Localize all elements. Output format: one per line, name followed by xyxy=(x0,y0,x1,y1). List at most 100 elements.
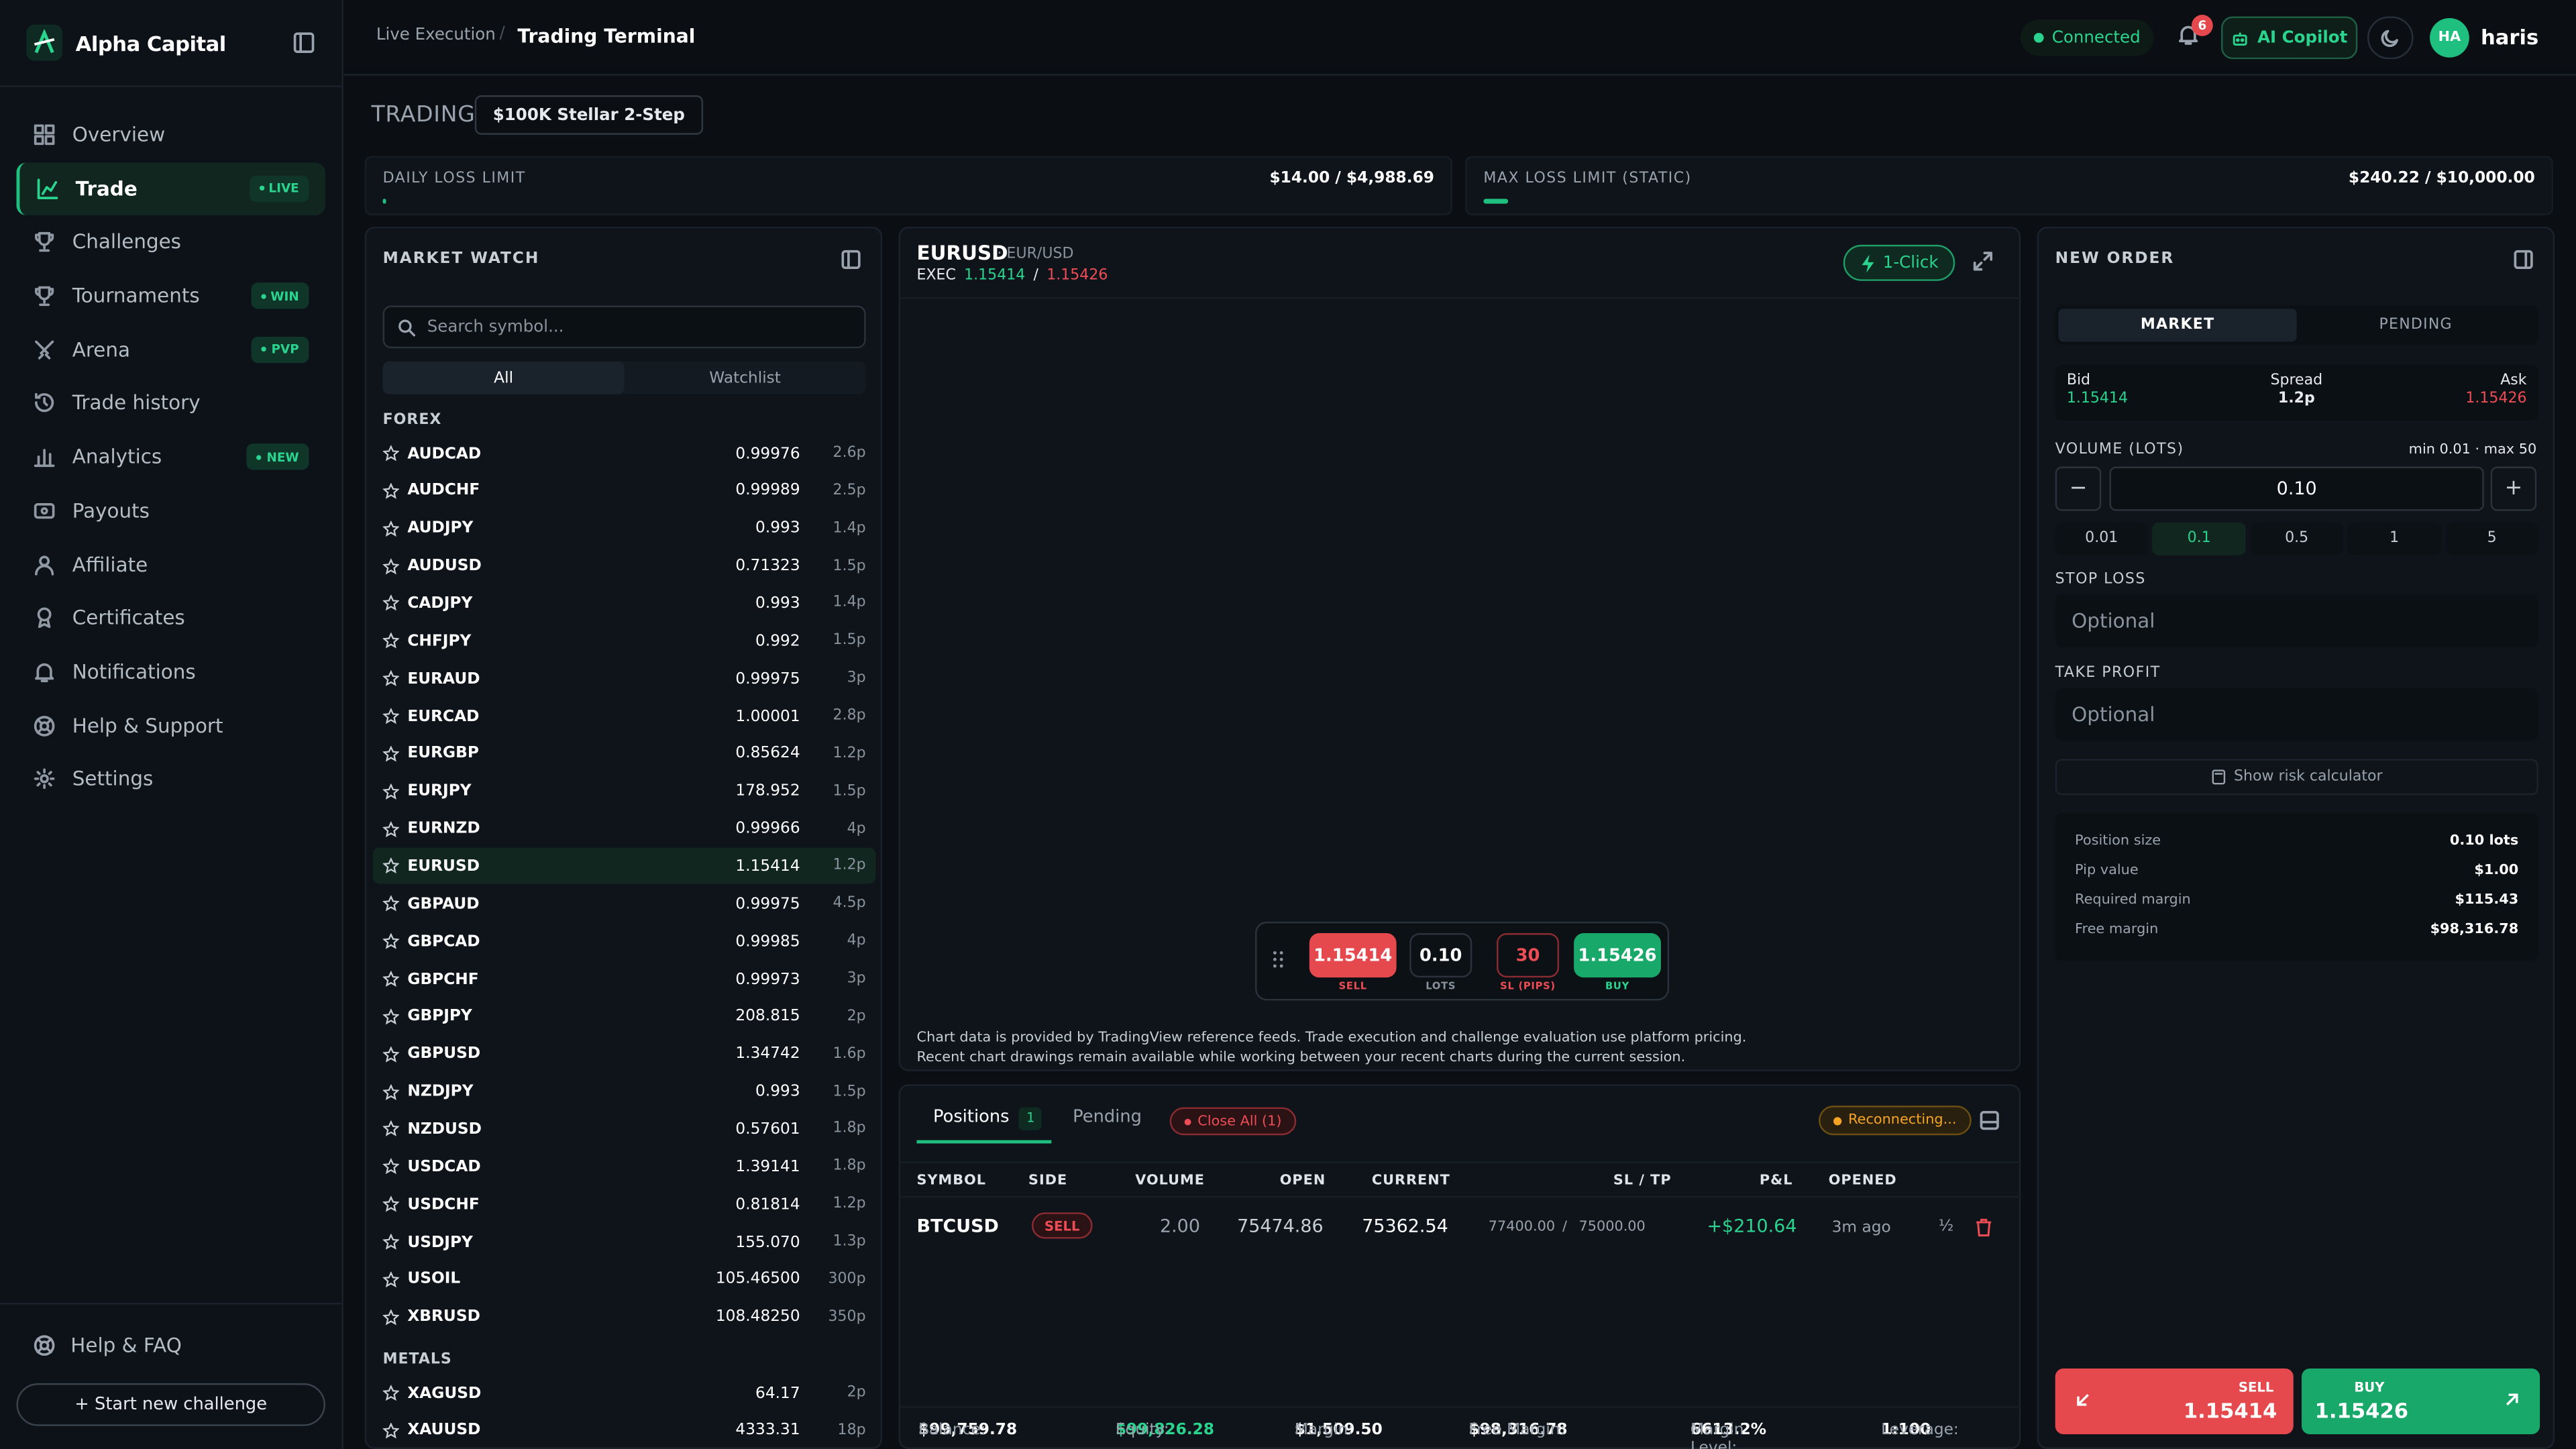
star-icon[interactable] xyxy=(382,1271,400,1287)
sidebar-item-tournaments[interactable]: Tournaments WIN xyxy=(16,270,325,322)
list-item[interactable]: AUDUSD 0.71323 1.5p xyxy=(373,548,875,584)
tab-all[interactable]: All xyxy=(382,361,625,394)
star-icon[interactable] xyxy=(382,1196,400,1213)
star-icon[interactable] xyxy=(382,520,400,537)
list-item[interactable]: USDCAD 1.39141 1.8p xyxy=(373,1149,875,1185)
star-icon[interactable] xyxy=(382,1385,400,1401)
sidebar-item-arena[interactable]: Arena PVP xyxy=(16,323,325,376)
quick-sl-input[interactable]: 30 xyxy=(1497,933,1560,978)
star-icon[interactable] xyxy=(382,1234,400,1250)
search-input[interactable] xyxy=(427,317,838,336)
sidebar-item-analytics[interactable]: Analytics NEW xyxy=(16,431,325,483)
preset-5[interactable]: 5 xyxy=(2445,522,2538,555)
list-item[interactable]: GBPCAD 0.99985 4p xyxy=(373,924,875,960)
list-item[interactable]: GBPAUD 0.99975 4.5p xyxy=(373,886,875,922)
list-item[interactable]: EURGBP 0.85624 1.2p xyxy=(373,736,875,772)
list-item[interactable]: EURCAD 1.00001 2.8p xyxy=(373,698,875,735)
preset-1[interactable]: 1 xyxy=(2348,522,2441,555)
star-icon[interactable] xyxy=(382,633,400,649)
panel-collapse-icon[interactable] xyxy=(1980,1111,1999,1130)
list-item[interactable]: NZDUSD 0.57601 1.8p xyxy=(373,1112,875,1148)
position-sl[interactable]: 77400.00 xyxy=(1489,1219,1555,1235)
sidebar-item-affiliate[interactable]: Affiliate xyxy=(16,538,325,590)
tab-positions[interactable]: Positions 1 xyxy=(933,1107,1042,1130)
sidebar-item-settings[interactable]: Settings xyxy=(16,753,325,805)
ai-copilot-button[interactable]: AI Copilot xyxy=(2221,16,2358,60)
expand-icon[interactable] xyxy=(1973,252,1993,271)
list-item[interactable]: GBPCHF 0.99973 3p xyxy=(373,961,875,998)
stop-loss-input[interactable]: Optional xyxy=(2055,594,2538,647)
sidebar-item-challenges[interactable]: Challenges xyxy=(16,216,325,268)
list-item[interactable]: EURUSD 1.15414 1.2p xyxy=(372,848,876,885)
star-icon[interactable] xyxy=(382,557,400,574)
star-icon[interactable] xyxy=(382,445,400,462)
quick-lots-input[interactable]: 0.10 xyxy=(1409,933,1472,978)
volume-decrement-button[interactable]: − xyxy=(2055,466,2102,511)
list-item[interactable]: EURAUD 0.99975 3p xyxy=(373,661,875,697)
brand[interactable]: Alpha Capital xyxy=(26,23,226,62)
list-item[interactable]: EURJPY 178.952 1.5p xyxy=(373,773,875,810)
sidebar-item-payouts[interactable]: Payouts xyxy=(16,484,325,537)
position-tp[interactable]: 75000.00 xyxy=(1578,1219,1645,1235)
quick-buy-button[interactable]: 1.15426 xyxy=(1574,933,1661,978)
symbol-search[interactable] xyxy=(382,305,866,349)
sidebar-collapse-icon[interactable] xyxy=(292,32,315,54)
star-icon[interactable] xyxy=(382,745,400,762)
one-click-toggle[interactable]: 1-Click xyxy=(1843,244,1955,281)
star-icon[interactable] xyxy=(382,1046,400,1063)
preset-0-1[interactable]: 0.1 xyxy=(2153,522,2246,555)
user-name[interactable]: haris xyxy=(2481,25,2538,50)
star-icon[interactable] xyxy=(382,708,400,724)
tab-pending-order[interactable]: PENDING xyxy=(2297,309,2535,341)
volume-increment-button[interactable]: + xyxy=(2490,466,2537,511)
list-item[interactable]: CADJPY 0.993 1.4p xyxy=(373,586,875,622)
sidebar-item-notifications[interactable]: Notifications xyxy=(16,645,325,698)
list-item[interactable]: AUDJPY 0.993 1.4p xyxy=(373,511,875,547)
list-item[interactable]: EURNZD 0.99966 4p xyxy=(373,811,875,847)
panel-layout-icon[interactable] xyxy=(841,250,861,270)
preset-0-01[interactable]: 0.01 xyxy=(2055,522,2148,555)
take-profit-input[interactable]: Optional xyxy=(2055,688,2538,741)
sidebar-item-overview[interactable]: Overview xyxy=(16,109,325,161)
sidebar-item-trade-history[interactable]: Trade history xyxy=(16,377,325,429)
star-icon[interactable] xyxy=(382,1159,400,1175)
star-icon[interactable] xyxy=(382,971,400,987)
list-item[interactable]: AUDCAD 0.99976 2.6p xyxy=(373,435,875,472)
star-icon[interactable] xyxy=(382,820,400,837)
tab-market[interactable]: MARKET xyxy=(2058,309,2297,342)
star-icon[interactable] xyxy=(382,670,400,687)
start-new-challenge-button[interactable]: + Start new challenge xyxy=(16,1383,325,1426)
list-item[interactable]: NZDJPY 0.993 1.5p xyxy=(373,1074,875,1110)
star-icon[interactable] xyxy=(382,482,400,499)
star-icon[interactable] xyxy=(382,933,400,950)
list-item[interactable]: XAGUSD 64.17 2p xyxy=(373,1375,875,1411)
preset-0-5[interactable]: 0.5 xyxy=(2250,522,2343,555)
risk-calculator-toggle[interactable]: Show risk calculator xyxy=(2055,759,2538,796)
list-item[interactable]: USDJPY 155.070 1.3p xyxy=(373,1224,875,1260)
trash-icon[interactable] xyxy=(1975,1218,1993,1237)
star-icon[interactable] xyxy=(382,1083,400,1100)
sell-button[interactable]: SELL 1.15414 xyxy=(2055,1368,2294,1434)
drag-handle-icon[interactable] xyxy=(1273,951,1283,968)
list-item[interactable]: GBPJPY 208.815 2p xyxy=(373,999,875,1035)
close-all-button[interactable]: Close All (1) xyxy=(1169,1107,1297,1136)
sidebar-item-certificates[interactable]: Certificates xyxy=(16,592,325,644)
star-icon[interactable] xyxy=(382,858,400,875)
sidebar-item-help-support[interactable]: Help & Support xyxy=(16,699,325,751)
star-icon[interactable] xyxy=(382,896,400,912)
list-item[interactable]: XAUUSD 4333.31 18p xyxy=(373,1413,875,1448)
help-faq-link[interactable]: Help & FAQ xyxy=(33,1334,182,1357)
list-item[interactable]: GBPUSD 1.34742 1.6p xyxy=(373,1036,875,1073)
list-item[interactable]: USOIL 105.46500 300p xyxy=(373,1262,875,1298)
quick-sell-button[interactable]: 1.15414 xyxy=(1309,933,1397,978)
list-item[interactable]: USDCHF 0.81814 1.2p xyxy=(373,1187,875,1223)
star-icon[interactable] xyxy=(382,783,400,800)
star-icon[interactable] xyxy=(382,595,400,612)
list-item[interactable]: CHFJPY 0.992 1.5p xyxy=(373,623,875,659)
account-selector[interactable]: $100K Stellar 2-Step xyxy=(474,95,703,135)
partial-close-button[interactable]: ½ xyxy=(1939,1218,1954,1236)
tab-watchlist[interactable]: Watchlist xyxy=(625,362,866,394)
list-item[interactable]: AUDCHF 0.99989 2.5p xyxy=(373,473,875,509)
star-icon[interactable] xyxy=(382,1309,400,1325)
star-icon[interactable] xyxy=(382,1422,400,1439)
